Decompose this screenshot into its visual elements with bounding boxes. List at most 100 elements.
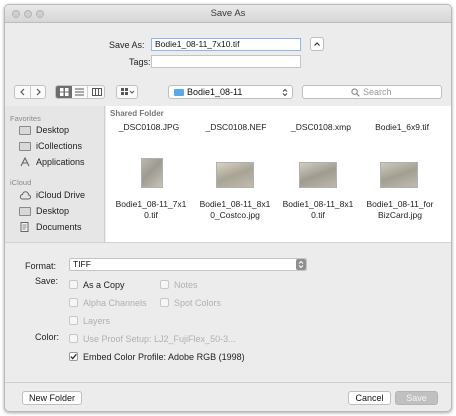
arrange-icon-wrap	[119, 86, 137, 98]
color-label: Color:	[35, 332, 60, 342]
view-mode-control	[55, 85, 105, 99]
file-name-line: 0_Costco.jpg	[210, 210, 260, 220]
desktop-folder-icon	[19, 206, 31, 216]
file-item[interactable]: Bodie1_08-11_8x1 0.tif	[277, 199, 359, 221]
file-browser: Shared Folder _DSC0108.JPG _DSC0108.NEF …	[106, 106, 451, 242]
dialog-footer: New Folder Cancel Save	[5, 382, 451, 411]
use-proof-setup-checkbox	[69, 334, 78, 343]
file-item[interactable]: Bodie1_08-11_for BizCard.jpg	[359, 199, 441, 221]
save-options-panel: Format: TIFF Save: As a Copy Notes Alpha…	[5, 242, 451, 382]
embed-color-profile-label: Embed Color Profile: Adobe RGB (1998)	[83, 352, 245, 362]
file-name-line: Bodie1_08-11_8x1	[199, 199, 271, 209]
embed-color-profile-checkbox[interactable]	[69, 352, 78, 361]
window-title: Save As	[210, 8, 246, 19]
list-view-button[interactable]	[72, 86, 88, 98]
updown-chevron-icon	[282, 88, 288, 97]
format-label: Format:	[25, 261, 57, 271]
file-thumbnail[interactable]	[141, 158, 163, 188]
file-name-line: Bodie1_08-11_for	[366, 199, 434, 209]
alpha-channels-label: Alpha Channels	[83, 298, 147, 308]
sidebar-item-label: Desktop	[36, 206, 70, 216]
format-select[interactable]: TIFF	[69, 258, 307, 271]
folder-icon	[19, 141, 31, 151]
checkmark-icon	[70, 353, 77, 360]
icon-view-button[interactable]	[56, 86, 72, 98]
cloud-icon	[19, 190, 31, 199]
file-name-line: Bodie1_08-11_8x1	[282, 199, 354, 209]
tags-label: Tags:	[129, 57, 151, 67]
location-popup[interactable]: Bodie1_08-11	[168, 85, 293, 99]
save-button[interactable]: Save	[395, 391, 438, 405]
layers-label: Layers	[83, 316, 111, 326]
file-name-line: 0.tif	[144, 210, 158, 220]
select-arrows	[296, 259, 306, 270]
file-item[interactable]: Bodie1_08-11_7x1 0.tif	[110, 199, 192, 221]
sidebar-item-label: Applications	[36, 157, 85, 167]
arrange-menu-button[interactable]	[116, 85, 138, 99]
sidebar: Favorites Desktop iCollections Applicati…	[5, 106, 105, 242]
file-name-line: BizCard.jpg	[378, 210, 422, 220]
shared-folder-header: Shared Folder	[110, 109, 164, 118]
search-field[interactable]: Search	[302, 85, 442, 99]
sidebar-item-applications[interactable]: Applications	[19, 157, 85, 167]
notes-label: Notes	[174, 280, 198, 290]
sidebar-item-icloud-desktop[interactable]: Desktop	[19, 206, 69, 216]
search-placeholder: Search	[363, 87, 392, 97]
filename-input[interactable]: Bodie1_08-11_7x10.tif	[151, 38, 301, 51]
chevron-left-icon	[20, 88, 25, 96]
file-name-line: Bodie1_08-11_7x1	[115, 199, 187, 209]
folder-icon	[174, 89, 184, 96]
save-as-dialog: Save As Save As: Bodie1_08-11_7x10.tif T…	[4, 4, 452, 412]
file-item[interactable]: Bodie1_08-11_8x1 0_Costco.jpg	[194, 199, 276, 221]
sidebar-item-icloud-drive[interactable]: iCloud Drive	[19, 190, 85, 200]
file-item[interactable]: _DSC0108.xmp	[280, 122, 362, 133]
sidebar-item-label: Desktop	[36, 125, 70, 135]
alpha-channels-checkbox	[69, 298, 78, 307]
new-folder-button[interactable]: New Folder	[22, 391, 82, 405]
notes-checkbox	[160, 280, 169, 289]
list-view-icon	[75, 88, 84, 96]
file-thumbnail[interactable]	[216, 162, 254, 188]
as-a-copy-checkbox[interactable]	[69, 280, 78, 289]
sidebar-item-desktop[interactable]: Desktop	[19, 125, 69, 135]
spot-colors-label: Spot Colors	[174, 298, 222, 308]
icon-view-icon	[59, 88, 68, 96]
documents-icon	[20, 222, 29, 232]
file-name-line: 0.tif	[311, 210, 325, 220]
tags-input[interactable]	[151, 55, 301, 68]
sidebar-item-label: iCloud Drive	[36, 190, 86, 200]
file-thumbnail[interactable]	[380, 162, 418, 188]
save-as-label: Save As:	[109, 40, 145, 50]
updown-chevron-icon	[298, 260, 304, 269]
file-item[interactable]: _DSC0108.NEF	[195, 122, 277, 133]
sidebar-item-documents[interactable]: Documents	[19, 222, 82, 232]
location-label: Bodie1_08-11	[187, 87, 243, 97]
sidebar-item-icollections[interactable]: iCollections	[19, 141, 82, 151]
sidebar-header-favorites: Favorites	[10, 114, 41, 123]
file-item[interactable]: Bodie1_6x9.tif	[361, 122, 443, 133]
file-item[interactable]: _DSC0108.JPG	[108, 122, 190, 133]
save-label: Save:	[35, 276, 59, 286]
sidebar-item-label: iCollections	[36, 141, 83, 151]
chevron-right-icon	[36, 88, 41, 96]
title-bar: Save As	[5, 5, 451, 23]
column-view-icon	[91, 88, 102, 96]
arrange-grid-icon	[121, 88, 135, 95]
chevron-up-icon	[314, 42, 320, 46]
back-button[interactable]	[15, 86, 31, 98]
as-a-copy-label: As a Copy	[83, 280, 125, 290]
column-view-button[interactable]	[88, 86, 104, 98]
forward-button[interactable]	[31, 86, 45, 98]
back-forward-control	[14, 85, 46, 99]
cancel-button[interactable]: Cancel	[348, 391, 391, 405]
search-icon	[351, 88, 360, 97]
applications-icon	[20, 157, 30, 167]
layers-checkbox	[69, 316, 78, 325]
use-proof-setup-label: Use Proof Setup: LJ2_FujiFlex_50-3...	[83, 334, 236, 344]
sidebar-item-label: Documents	[36, 222, 82, 232]
collapse-browser-button[interactable]	[310, 37, 324, 51]
desktop-folder-icon	[19, 125, 31, 135]
file-thumbnail[interactable]	[299, 162, 337, 188]
format-value: TIFF	[73, 259, 91, 269]
sidebar-header-icloud: iCloud	[10, 178, 32, 187]
